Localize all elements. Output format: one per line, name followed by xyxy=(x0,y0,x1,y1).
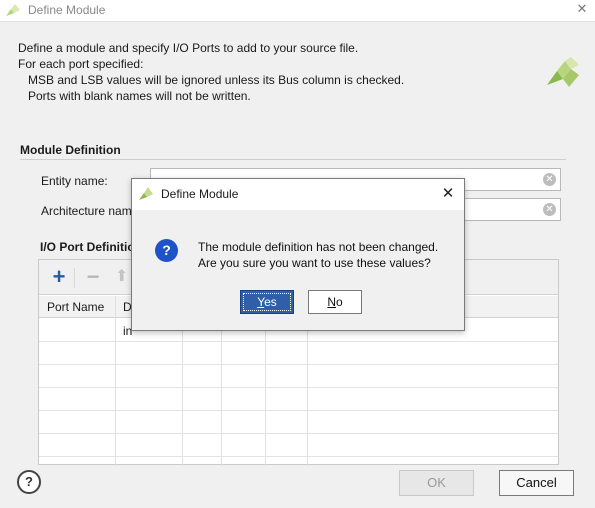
confirm-dialog-titlebar: Define Module ✕ xyxy=(132,179,464,210)
table-row[interactable] xyxy=(39,365,558,388)
vivado-brand-logo-icon xyxy=(547,57,579,87)
intro-line: Define a module and specify I/O Ports to… xyxy=(18,41,359,55)
no-mnemonic: N xyxy=(327,295,336,309)
cancel-button[interactable]: Cancel xyxy=(499,470,574,496)
intro-line: For each port specified: xyxy=(18,57,144,71)
window-titlebar: Define Module ✕ xyxy=(0,0,595,22)
yes-label-rest: es xyxy=(264,295,277,309)
window-title: Define Module xyxy=(28,3,106,17)
minus-icon[interactable]: − xyxy=(81,266,105,290)
confirm-dialog-title: Define Module xyxy=(161,187,239,201)
ok-button: OK xyxy=(399,470,474,496)
intro-text: Define a module and specify I/O Ports to… xyxy=(18,40,404,104)
table-row[interactable] xyxy=(39,388,558,411)
no-label-rest: o xyxy=(335,295,343,309)
question-icon: ? xyxy=(155,239,178,262)
close-icon[interactable]: ✕ xyxy=(575,2,589,16)
vivado-logo-icon xyxy=(6,4,20,16)
arrow-up-icon[interactable]: ⬆ xyxy=(115,268,129,286)
close-icon[interactable]: ✕ xyxy=(440,186,456,202)
vivado-logo-icon xyxy=(139,187,153,200)
help-button[interactable]: ? xyxy=(17,470,41,494)
no-button[interactable]: No xyxy=(308,290,362,314)
section-divider xyxy=(20,159,566,160)
toolbar-separator xyxy=(74,268,75,288)
section-title-module-definition: Module Definition xyxy=(20,143,121,157)
confirm-message-line: The module definition has not been chang… xyxy=(198,240,439,254)
table-row[interactable] xyxy=(39,411,558,434)
plus-icon[interactable]: + xyxy=(47,266,71,290)
architecture-name-label: Architecture nam xyxy=(41,204,132,218)
table-row[interactable] xyxy=(39,342,558,365)
confirm-message: The module definition has not been chang… xyxy=(198,239,438,271)
confirm-message-line: Are you sure you want to use these value… xyxy=(198,256,431,270)
column-header-port-name[interactable]: Port Name xyxy=(47,300,104,314)
entity-name-label: Entity name: xyxy=(41,174,108,188)
clear-icon[interactable]: ✕ xyxy=(543,203,556,216)
table-row[interactable] xyxy=(39,434,558,457)
intro-line: Ports with blank names will not be writt… xyxy=(28,89,251,103)
confirm-dialog: Define Module ✕ ? The module definition … xyxy=(131,178,465,331)
io-port-definitions-title: I/O Port Definitio xyxy=(40,240,135,254)
clear-icon[interactable]: ✕ xyxy=(543,173,556,186)
intro-line: MSB and LSB values will be ignored unles… xyxy=(28,73,405,87)
yes-button[interactable]: Yes xyxy=(240,290,294,314)
